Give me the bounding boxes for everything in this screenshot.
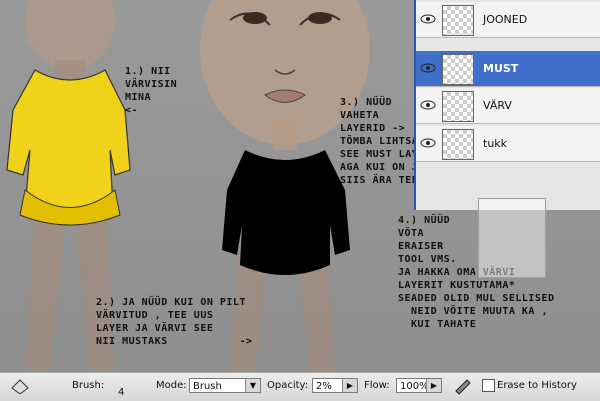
mode-select[interactable]: Brush ▼ — [189, 378, 261, 393]
opacity-value: 2% — [316, 381, 332, 392]
mode-label: Mode: — [156, 380, 187, 391]
layer-row-tukk[interactable]: tukk — [416, 126, 600, 162]
layer-row-varv[interactable]: VÄRV — [416, 88, 600, 124]
layer-thumbnail — [442, 129, 474, 160]
options-bar: Brush: 4 Mode: Brush ▼ Opacity: 2% ▶ Flow:… — [0, 372, 600, 401]
tools-palette — [478, 198, 546, 278]
layer-thumbnail — [442, 5, 474, 36]
layer-name: JOONED — [483, 13, 528, 26]
layers-panel: JOONED MUST VÄRV tukk — [414, 0, 600, 210]
chevron-right-icon: ▶ — [342, 379, 357, 392]
layer-row-must[interactable]: MUST — [416, 51, 600, 87]
instruction-step-1: 1.) NII VÄRVISIN MINA <- — [125, 66, 178, 116]
eraser-icon[interactable] — [10, 378, 30, 394]
layer-name: VÄRV — [483, 99, 512, 112]
eye-icon[interactable] — [420, 60, 436, 76]
chevron-right-icon: ▶ — [426, 379, 441, 392]
layer-row-jooned[interactable]: JOONED — [416, 2, 600, 38]
brush-label: Brush: — [72, 380, 105, 391]
layer-name: tukk — [483, 137, 508, 150]
instruction-step-2: 2.) JA NÜÜD KUI ON PILT VÄRVITUD , TEE U… — [96, 297, 253, 347]
mode-value: Brush — [193, 381, 222, 392]
eye-icon[interactable] — [420, 11, 436, 27]
flow-label: Flow: — [364, 380, 390, 391]
opacity-label: Opacity: — [267, 380, 309, 391]
chevron-down-icon: ▼ — [245, 379, 260, 392]
eye-icon[interactable] — [420, 135, 436, 151]
flow-value: 100% — [400, 381, 429, 392]
layer-thumbnail — [442, 91, 474, 122]
flow-input[interactable]: 100% ▶ — [396, 378, 442, 393]
document-canvas[interactable]: 1.) NII VÄRVISIN MINA <- 3.) NÜÜD VAHETA… — [0, 0, 600, 372]
eye-icon[interactable] — [420, 97, 436, 113]
airbrush-icon[interactable] — [453, 377, 473, 395]
opacity-input[interactable]: 2% ▶ — [312, 378, 358, 393]
layer-name: MUST — [483, 62, 519, 75]
erase-history-label: Erase to History — [497, 380, 577, 391]
brush-size[interactable]: 4 — [118, 387, 124, 398]
erase-history-checkbox[interactable] — [482, 379, 495, 392]
layer-thumbnail — [442, 54, 474, 85]
